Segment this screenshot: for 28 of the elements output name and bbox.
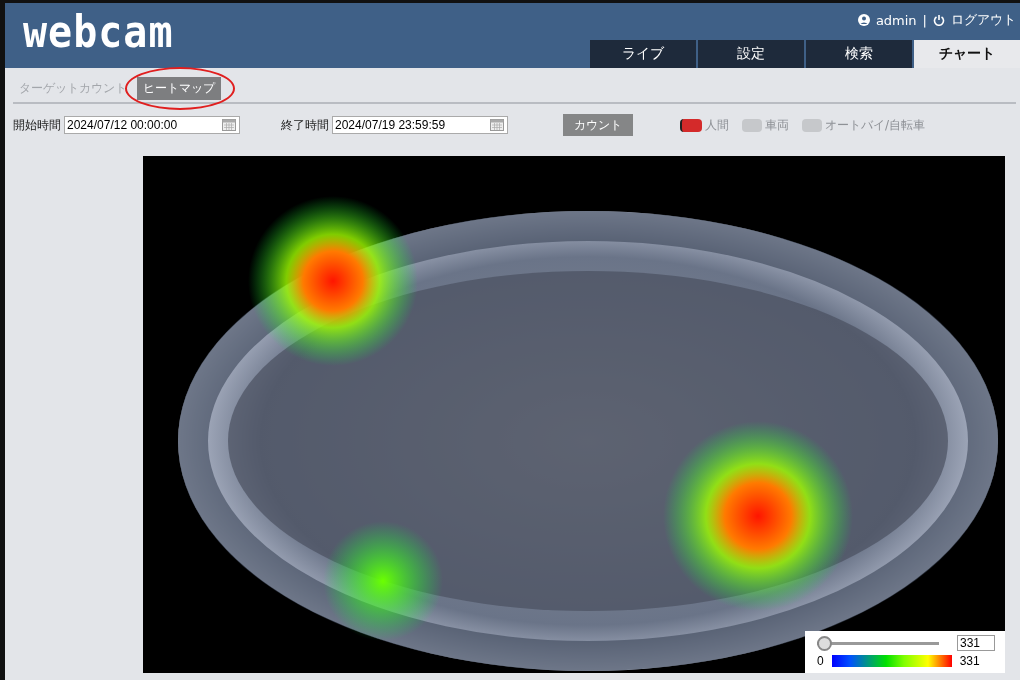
target-checkbox[interactable] bbox=[680, 118, 702, 132]
target-checkbox[interactable] bbox=[802, 118, 822, 132]
logout-link[interactable]: ログアウト bbox=[951, 11, 1016, 29]
nav-tab[interactable]: チャート bbox=[912, 40, 1020, 68]
target-label: 人間 bbox=[705, 116, 729, 134]
username[interactable]: admin bbox=[875, 12, 917, 28]
target-checkbox[interactable] bbox=[742, 118, 762, 132]
scale-min: 0 bbox=[817, 654, 824, 668]
nav-tab[interactable]: 検索 bbox=[804, 40, 912, 68]
date-field[interactable]: 2024/07/19 23:59:59 bbox=[332, 116, 508, 134]
separator: | bbox=[922, 12, 927, 28]
target-label: 車両 bbox=[765, 116, 789, 134]
field-label: 開始時間 bbox=[13, 116, 61, 134]
threshold-input[interactable]: 331 bbox=[957, 635, 995, 651]
date-field[interactable]: 2024/07/12 00:00:00 bbox=[64, 116, 240, 134]
nav-tab[interactable]: 設定 bbox=[696, 40, 804, 68]
target-label: オートバイ/自転車 bbox=[825, 116, 926, 134]
power-icon[interactable] bbox=[933, 14, 945, 26]
nav-tab[interactable]: ライブ bbox=[588, 40, 696, 68]
slider-thumb[interactable] bbox=[817, 635, 832, 651]
calendar-icon[interactable] bbox=[222, 119, 236, 131]
logo: webcam bbox=[22, 5, 174, 59]
count-button[interactable]: カウント bbox=[563, 114, 633, 136]
sub-tab[interactable]: ヒートマップ bbox=[137, 77, 221, 100]
user-icon bbox=[857, 14, 870, 26]
scale-max: 331 bbox=[959, 654, 980, 668]
field-label: 終了時間 bbox=[281, 116, 329, 134]
calendar-icon[interactable] bbox=[490, 119, 504, 131]
